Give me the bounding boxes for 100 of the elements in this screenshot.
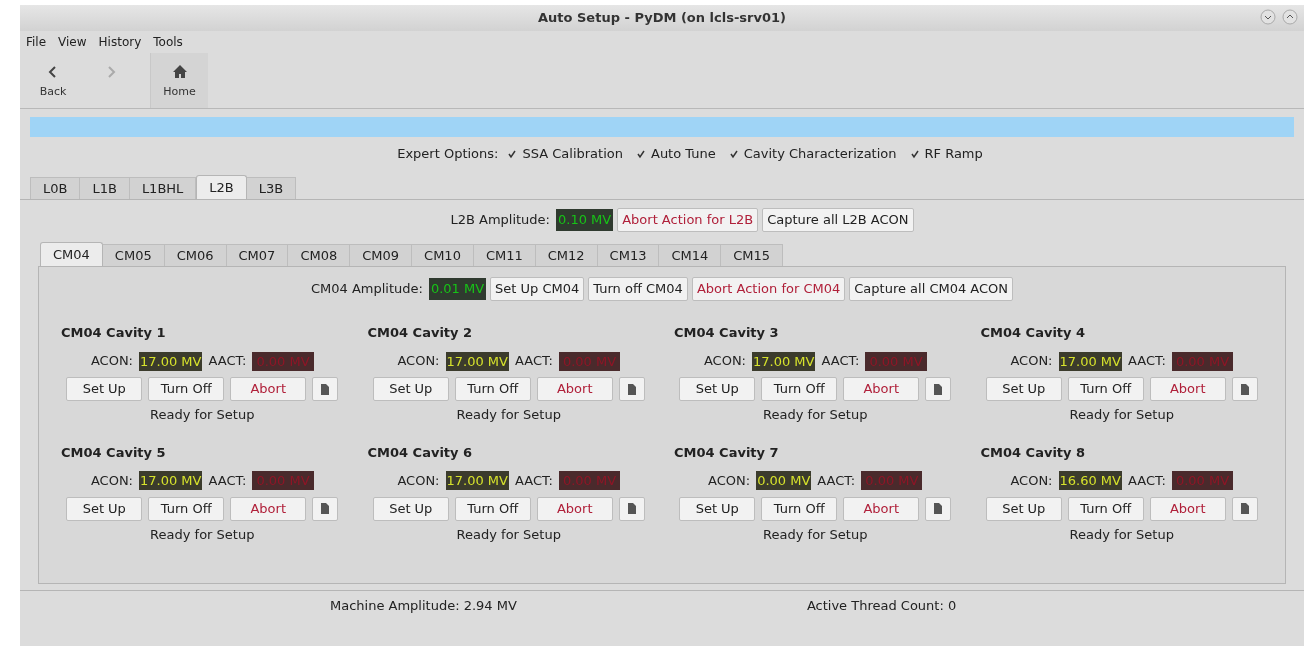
cavity-title: CM04 Cavity 7 bbox=[673, 443, 779, 462]
action-button[interactable]: Turn Off bbox=[454, 377, 531, 401]
document-icon bbox=[1240, 383, 1249, 395]
menu-item[interactable]: Tools bbox=[153, 33, 183, 51]
tab[interactable]: CM07 bbox=[226, 244, 289, 266]
tab[interactable]: CM09 bbox=[350, 244, 413, 266]
action-button[interactable]: Set Up bbox=[985, 377, 1062, 401]
document-icon bbox=[627, 503, 636, 514]
tab[interactable]: L0B bbox=[30, 177, 81, 199]
option-checkbox[interactable]: Cavity Characterization bbox=[727, 144, 897, 164]
tab[interactable]: L2B bbox=[196, 175, 247, 199]
acon-readout: 17.00 MV bbox=[139, 471, 203, 490]
file-button[interactable] bbox=[312, 496, 339, 521]
tab[interactable]: CM13 bbox=[597, 244, 660, 266]
tab[interactable]: CM05 bbox=[102, 244, 165, 266]
checkbox[interactable] bbox=[908, 148, 921, 160]
action-button[interactable]: Set Up bbox=[679, 377, 756, 401]
aact-label: AACT: bbox=[208, 471, 247, 490]
action-button[interactable]: Set Up bbox=[372, 377, 449, 401]
tab[interactable]: L1B bbox=[80, 177, 130, 199]
menu-item[interactable]: File bbox=[26, 33, 47, 51]
menu-item[interactable]: History bbox=[98, 33, 142, 51]
toolbar-button[interactable]: Back bbox=[24, 53, 82, 108]
checkbox[interactable] bbox=[506, 148, 519, 160]
file-button[interactable] bbox=[925, 496, 952, 521]
minimize-icon[interactable] bbox=[1260, 9, 1276, 25]
file-button[interactable] bbox=[1231, 377, 1258, 401]
action-button[interactable]: Turn Off bbox=[1067, 496, 1144, 521]
status-text: Ready for Setup bbox=[763, 525, 868, 544]
action-button[interactable]: Turn Off bbox=[148, 377, 225, 401]
tab[interactable]: CM12 bbox=[535, 244, 598, 266]
tab[interactable]: CM14 bbox=[659, 244, 722, 266]
action-button[interactable]: Set Up bbox=[66, 377, 143, 401]
action-button[interactable]: Set Up bbox=[66, 496, 143, 521]
status-text: Machine Amplitude: 2.94 MV bbox=[330, 597, 517, 616]
tab[interactable]: CM08 bbox=[288, 244, 351, 266]
action-button[interactable]: Capture all CM04 ACON bbox=[849, 277, 1014, 301]
action-button[interactable]: Turn Off bbox=[761, 496, 838, 521]
aact-readout: 0.00 MV bbox=[558, 351, 621, 371]
acon-readout: 17.00 MV bbox=[752, 351, 816, 371]
tab[interactable]: CM10 bbox=[412, 244, 474, 266]
aact-readout: 0.00 MV bbox=[252, 351, 314, 371]
file-button[interactable] bbox=[312, 377, 339, 401]
abort-button[interactable]: Abort bbox=[843, 377, 920, 401]
option-checkbox[interactable]: SSA Calibration bbox=[506, 144, 623, 164]
status-text: Ready for Setup bbox=[150, 406, 255, 424]
acon-readout: 17.00 MV bbox=[445, 471, 509, 490]
abort-button[interactable]: Abort bbox=[230, 496, 307, 521]
tab[interactable]: L1BHL bbox=[129, 177, 197, 199]
tab[interactable]: L3B bbox=[246, 177, 297, 199]
aact-label: AACT: bbox=[817, 471, 856, 490]
checkbox[interactable] bbox=[727, 148, 740, 160]
action-button[interactable]: Set Up bbox=[985, 496, 1062, 521]
abort-button[interactable]: Abort bbox=[843, 496, 920, 521]
file-button[interactable] bbox=[618, 377, 645, 401]
action-button[interactable]: Capture all L2B ACON bbox=[762, 208, 914, 232]
abort-button[interactable]: Abort bbox=[230, 377, 307, 401]
abort-button[interactable]: Abort Action for L2B bbox=[617, 208, 759, 232]
document-icon bbox=[934, 503, 943, 514]
file-button[interactable] bbox=[925, 377, 952, 401]
toolbar-button[interactable]: Home bbox=[150, 53, 208, 108]
abort-button[interactable]: Abort Action for CM04 bbox=[691, 277, 846, 301]
menu-item[interactable]: View bbox=[58, 33, 87, 51]
aact-readout: 0.00 MV bbox=[861, 471, 923, 490]
file-button[interactable] bbox=[1231, 496, 1258, 521]
cavity-title: CM04 Cavity 8 bbox=[979, 443, 1086, 462]
option-checkbox[interactable]: RF Ramp bbox=[908, 144, 983, 164]
aact-label: AACT: bbox=[515, 471, 553, 490]
acon-label: ACON: bbox=[703, 352, 746, 371]
file-button[interactable] bbox=[618, 496, 645, 521]
tab[interactable]: CM15 bbox=[721, 244, 784, 266]
tab[interactable]: CM06 bbox=[164, 244, 227, 266]
action-button[interactable]: Turn off CM04 bbox=[588, 277, 688, 301]
cavity-title: CM04 Cavity 1 bbox=[60, 324, 166, 342]
acon-readout: 17.00 MV bbox=[1058, 351, 1122, 371]
checkbox[interactable] bbox=[635, 148, 647, 160]
acon-label: ACON: bbox=[90, 471, 133, 490]
action-button[interactable]: Turn Off bbox=[761, 377, 838, 401]
acon-readout: 17.00 MV bbox=[445, 351, 509, 371]
abort-button[interactable]: Abort bbox=[536, 377, 613, 401]
status-text: Ready for Setup bbox=[1069, 406, 1174, 424]
acon-readout: 0.00 MV bbox=[756, 471, 812, 490]
document-icon bbox=[321, 503, 330, 514]
action-button[interactable]: Turn Off bbox=[454, 496, 531, 521]
action-button[interactable]: Turn Off bbox=[148, 496, 225, 521]
action-button[interactable]: Set Up bbox=[372, 496, 449, 521]
option-checkbox[interactable]: Auto Tune bbox=[635, 144, 716, 164]
tab[interactable]: CM11 bbox=[473, 244, 536, 266]
status-text: Ready for Setup bbox=[150, 525, 255, 544]
abort-button[interactable]: Abort bbox=[1149, 377, 1226, 401]
aact-label: AACT: bbox=[208, 352, 247, 371]
document-icon bbox=[1240, 503, 1249, 514]
action-button[interactable]: Set Up CM04 bbox=[490, 277, 585, 301]
abort-button[interactable]: Abort bbox=[536, 496, 613, 521]
tab[interactable]: CM04 bbox=[40, 242, 103, 266]
abort-button[interactable]: Abort bbox=[1149, 496, 1226, 521]
action-button[interactable]: Set Up bbox=[679, 496, 756, 521]
document-icon bbox=[934, 383, 943, 395]
maximize-icon[interactable] bbox=[1282, 9, 1298, 25]
action-button[interactable]: Turn Off bbox=[1067, 377, 1144, 401]
